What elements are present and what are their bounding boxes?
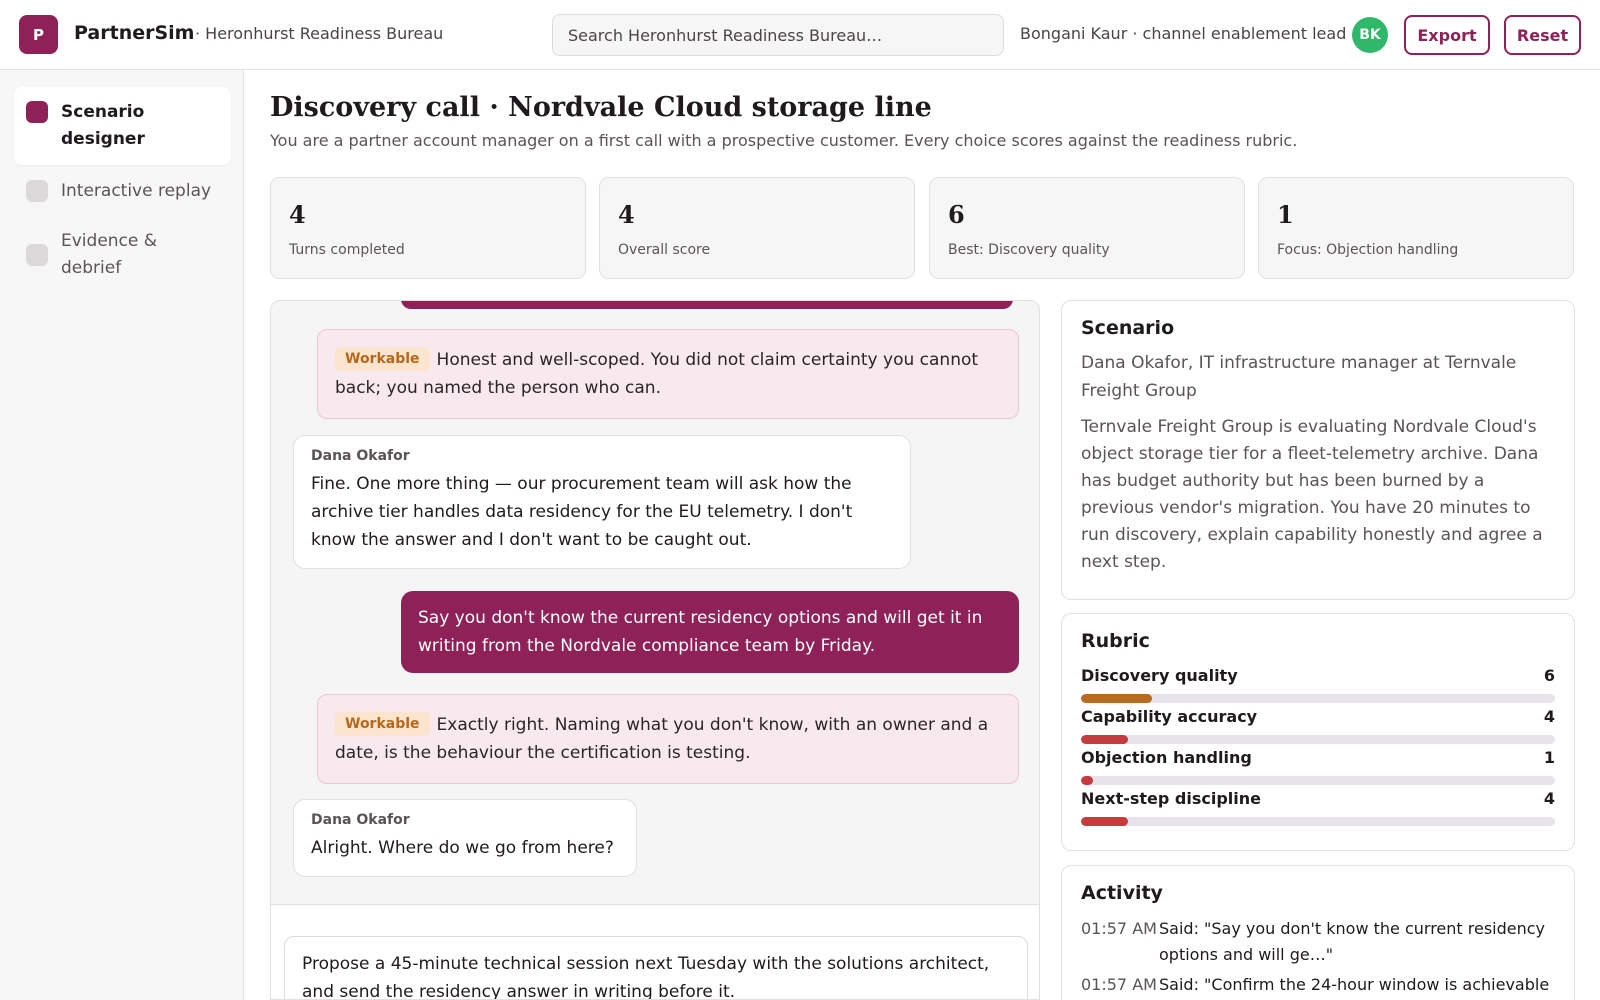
org-name: · Heronhurst Readiness Bureau (195, 24, 444, 43)
activity-item: 01:57 AM Said: "Say you don't know the c… (1081, 916, 1555, 968)
nav-marker-icon (26, 101, 48, 123)
reset-button[interactable]: Reset (1504, 15, 1581, 55)
rubric-score: 6 (1543, 666, 1555, 685)
customer-message: Dana Okafor Alright. Where do we go from… (293, 799, 637, 877)
rubric-criterion: Next-step discipline (1081, 789, 1261, 808)
page-subtitle: You are a partner account manager on a f… (270, 131, 1298, 150)
feedback-text: Honest and well-scoped. You did not clai… (335, 350, 979, 398)
stat-label: Overall score (618, 242, 711, 258)
rubric-row: Discovery quality 6 (1081, 666, 1555, 707)
message-sender: Dana Okafor (311, 448, 410, 464)
panel-title: Rubric (1081, 630, 1150, 652)
message-sender: Dana Okafor (311, 812, 410, 828)
rubric-criterion: Capability accuracy (1081, 707, 1258, 726)
rubric-bar-fill (1081, 776, 1093, 785)
nav-marker-icon (26, 180, 48, 202)
sidebar-item-evidence-debrief[interactable]: Evidence & debrief (14, 216, 231, 294)
feedback-badge: Workable (335, 712, 430, 736)
sidebar-item-scenario-designer[interactable]: Scenario designer (14, 87, 231, 165)
sidebar-item-interactive-replay[interactable]: Interactive replay (14, 166, 231, 217)
nav-marker-icon (26, 244, 48, 266)
stat-label: Turns completed (289, 242, 405, 258)
message-text: Alright. Where do we go from here? (311, 838, 614, 858)
stat-card-overall: 4 Overall score (599, 177, 915, 279)
page-title: Discovery call · Nordvale Cloud storage … (270, 92, 932, 123)
rubric-score: 1 (1543, 748, 1555, 767)
panel-title: Activity (1081, 882, 1163, 904)
rubric-bar-track (1081, 735, 1555, 744)
feedback-badge: Workable (335, 347, 430, 371)
app-logo[interactable]: P (19, 15, 58, 54)
user-reply-bubble: Say you don't know the current residency… (401, 591, 1019, 673)
rubric-bar-track (1081, 694, 1555, 703)
rubric-bar-track (1081, 817, 1555, 826)
sidebar-item-label: Interactive replay (61, 181, 212, 201)
scenario-persona: Dana Okafor, IT infrastructure manager a… (1081, 353, 1517, 401)
rubric-score: 4 (1543, 707, 1555, 726)
top-bar: P PartnerSim · Heronhurst Readiness Bure… (0, 0, 1600, 70)
stat-card-turns: 4 Turns completed (270, 177, 586, 279)
sidebar: Scenario designer Interactive replay Evi… (0, 70, 244, 1000)
stat-card-best: 6 Best: Discovery quality (929, 177, 1245, 279)
stat-label: Best: Discovery quality (948, 242, 1110, 258)
app-name: PartnerSim (74, 22, 195, 44)
activity-panel: Activity 01:57 AM Said: "Say you don't k… (1061, 865, 1575, 1000)
stat-value: 6 (948, 200, 965, 229)
rubric-bar-fill (1081, 735, 1129, 744)
rubric-bar-fill (1081, 817, 1129, 826)
sidebar-item-label: Evidence & debrief (61, 231, 158, 278)
rubric-score: 4 (1543, 789, 1555, 808)
rubric-bar-fill (1081, 694, 1153, 703)
rubric-list: Discovery quality 6 Capability accuracy 4 Ob… (1081, 666, 1555, 830)
chat-transcript[interactable]: Workable Honest and well-scoped. You did … (270, 300, 1040, 1000)
stat-value: 4 (289, 200, 306, 229)
message-text: Fine. One more thing — our procurement t… (311, 474, 853, 550)
export-button[interactable]: Export (1404, 15, 1490, 55)
feedback-card: Workable Honest and well-scoped. You did … (317, 329, 1019, 419)
composer: Propose a 45-minute technical session ne… (271, 904, 1039, 999)
rubric-panel: Rubric Discovery quality 6 Capability accu… (1061, 613, 1575, 851)
search-input[interactable]: Search Heronhurst Readiness Bureau… (552, 14, 1004, 56)
activity-time: 01:57 AM (1081, 919, 1157, 938)
scenario-description: Ternvale Freight Group is evaluating Nor… (1081, 417, 1543, 572)
avatar[interactable]: BK (1352, 17, 1388, 53)
panel-title: Scenario (1081, 317, 1175, 339)
rubric-row: Objection handling 1 (1081, 748, 1555, 789)
activity-text: Said: "Say you don't know the current re… (1159, 919, 1546, 964)
previous-message-bubble (401, 301, 1013, 309)
stat-value: 1 (1277, 200, 1294, 229)
stat-card-focus: 1 Focus: Objection handling (1258, 177, 1574, 279)
rubric-row: Capability accuracy 4 (1081, 707, 1555, 748)
feedback-text: Exactly right. Naming what you don't kno… (335, 715, 989, 763)
scenario-panel: Scenario Dana Okafor, IT infrastructure … (1061, 300, 1575, 600)
sidebar-item-label: Scenario designer (61, 102, 145, 149)
rubric-criterion: Objection handling (1081, 748, 1252, 767)
user-name: Bongani Kaur · channel enablement lead (1020, 24, 1347, 43)
rubric-criterion: Discovery quality (1081, 666, 1238, 685)
reply-input[interactable]: Propose a 45-minute technical session ne… (284, 936, 1028, 999)
activity-time: 01:57 AM (1081, 975, 1157, 994)
activity-text: Said: "Confirm the 24-hour window is ach… (1159, 975, 1550, 994)
rubric-bar-track (1081, 776, 1555, 785)
activity-item: 01:57 AM Said: "Confirm the 24-hour wind… (1081, 972, 1555, 998)
stat-value: 4 (618, 200, 635, 229)
rubric-row: Next-step discipline 4 (1081, 789, 1555, 830)
customer-message: Dana Okafor Fine. One more thing — our p… (293, 435, 911, 569)
stat-label: Focus: Objection handling (1277, 242, 1459, 258)
feedback-card: Workable Exactly right. Naming what you d… (317, 694, 1019, 784)
